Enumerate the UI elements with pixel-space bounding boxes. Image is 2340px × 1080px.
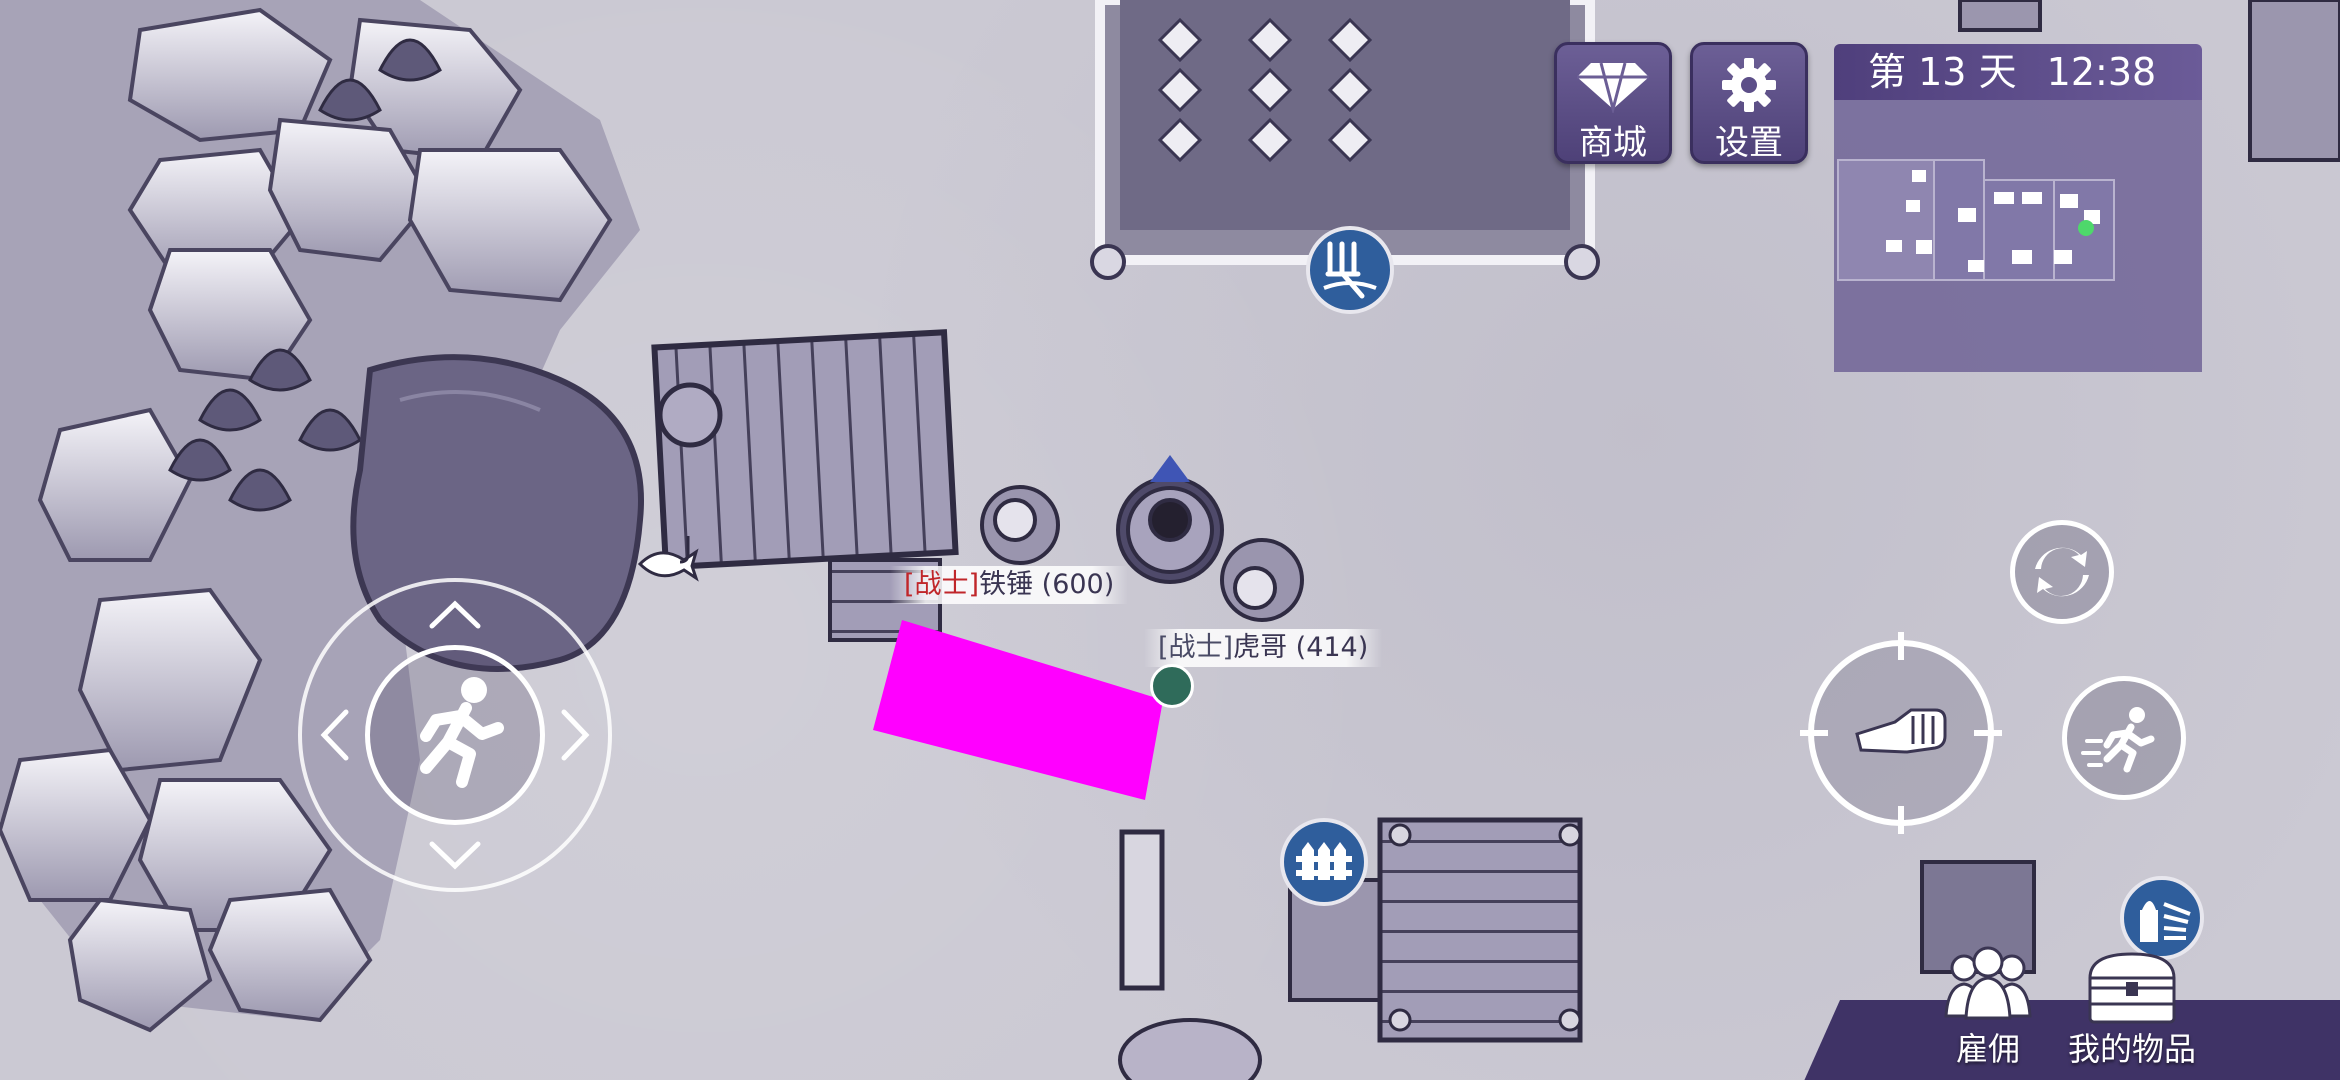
pitchfork-icon — [1323, 241, 1377, 299]
switch-button[interactable] — [2010, 520, 2114, 624]
inventory-button[interactable]: 我的物品 — [2052, 946, 2212, 1070]
crafting-tools-icon — [2140, 901, 2191, 942]
day-prefix: 第 — [1868, 50, 1907, 94]
shop-label: 商城 — [1579, 123, 1647, 163]
character-level: (600) — [1041, 569, 1115, 600]
day-time-panel: 第 13 天 12:38 — [1834, 44, 2202, 100]
npc-status-badge — [1150, 664, 1194, 708]
fish-hook-icon — [637, 536, 699, 582]
fence-action-button[interactable] — [1280, 818, 1368, 906]
character-name: 铁锤 — [979, 569, 1034, 600]
sprint-button[interactable] — [2062, 676, 2186, 800]
character-role: [战士] — [1158, 632, 1234, 663]
chest-icon — [2088, 952, 2176, 1024]
shop-button[interactable]: 商城 — [1554, 42, 1672, 164]
joystick[interactable] — [298, 578, 612, 892]
attack-button[interactable] — [1796, 628, 2006, 838]
settings-label: 设置 — [1715, 123, 1783, 163]
day-number: 13 — [1918, 50, 1967, 94]
character-name: 虎哥 — [1233, 632, 1288, 663]
character-level: (414) — [1295, 632, 1369, 663]
inventory-label: 我的物品 — [2067, 1030, 2196, 1068]
game-viewport[interactable]: [战士]铁锤 (600) [战士]虎哥 (414) 商城 设置 第 13 天 1… — [0, 0, 2340, 1080]
settings-button[interactable]: 设置 — [1690, 42, 1808, 164]
placement-marker — [873, 620, 1163, 800]
hire-button[interactable]: 雇佣 — [1928, 946, 2048, 1070]
character-role: [战士] — [904, 569, 980, 600]
people-icon — [1944, 946, 2032, 1020]
hire-label: 雇佣 — [1955, 1030, 2020, 1068]
sprint-icon — [2081, 707, 2155, 773]
refresh-arrows-icon — [2035, 547, 2089, 597]
gear-icon — [1722, 58, 1776, 112]
day-suffix: 天 — [1978, 50, 2017, 94]
minimap[interactable] — [1834, 100, 2202, 372]
fist-icon — [1855, 708, 1947, 754]
minimap-content — [1837, 159, 2115, 281]
character-tag-tiechui: [战士]铁锤 (600) — [890, 566, 1129, 604]
game-clock: 12:38 — [2046, 50, 2157, 94]
farm-action-button[interactable] — [1306, 226, 1394, 314]
character-tag-huge: [战士]虎哥 (414) — [1144, 629, 1383, 667]
diamond-icon — [1577, 62, 1649, 113]
fence-icon — [1296, 842, 1352, 880]
running-man-icon — [420, 677, 504, 788]
joystick-knob[interactable] — [365, 645, 545, 825]
fishing-spot-button[interactable] — [636, 534, 700, 590]
